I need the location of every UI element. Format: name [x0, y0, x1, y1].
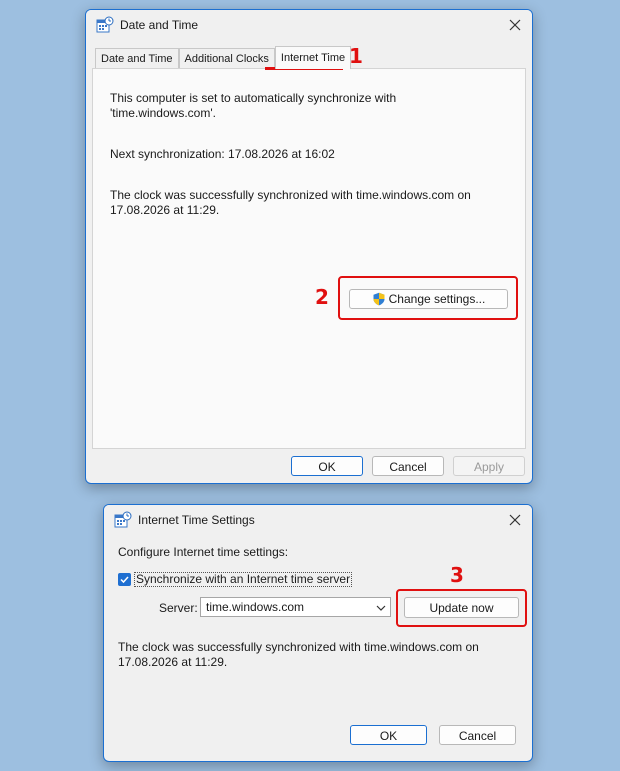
step3-highlight [396, 589, 527, 627]
server-value: time.windows.com [206, 600, 305, 614]
date-time-window: Date and Time Date and Time Additional C… [85, 9, 533, 484]
cancel-button[interactable]: Cancel [372, 456, 444, 476]
settings-ok-button[interactable]: OK [350, 725, 427, 745]
settings-title-bar: Internet Time Settings [104, 505, 532, 535]
sync-checkbox-label[interactable]: Synchronize with an Internet time server [134, 572, 353, 587]
settings-success-line2: 17.08.2026 at 11:29. [118, 655, 228, 669]
internet-time-settings-window: Internet Time Settings Configure Interne… [103, 504, 533, 762]
apply-button[interactable]: Apply [453, 456, 525, 476]
chevron-down-icon[interactable] [375, 601, 387, 619]
title-bar: Date and Time [86, 10, 532, 40]
close-icon[interactable] [504, 509, 526, 531]
settings-cancel-button[interactable]: Cancel [439, 725, 516, 745]
next-sync-text: Next synchronization: 17.08.2026 at 16:0… [110, 147, 335, 161]
success-line2: 17.08.2026 at 11:29. [110, 203, 220, 217]
date-time-app-icon [114, 511, 132, 529]
sync-checkbox[interactable] [118, 573, 131, 586]
settings-success-line1: The clock was successfully synchronized … [118, 640, 479, 654]
internet-time-panel: This computer is set to automatically sy… [92, 68, 526, 449]
sync-status-line1: This computer is set to automatically sy… [110, 91, 397, 105]
sync-status-line2: 'time.windows.com'. [110, 106, 216, 120]
tab-internet-time[interactable]: Internet Time [274, 46, 352, 69]
server-label: Server: [159, 601, 198, 615]
step2-number: 2 [315, 285, 329, 309]
checkmark-icon [120, 576, 129, 584]
tab-strip: Date and Time Additional Clocks Internet… [95, 46, 352, 69]
tab-date-and-time[interactable]: Date and Time [95, 48, 179, 69]
window-title: Date and Time [120, 18, 199, 32]
step3-number: 3 [450, 563, 464, 587]
settings-window-title: Internet Time Settings [138, 513, 255, 527]
date-time-app-icon [96, 16, 114, 34]
server-combobox[interactable]: time.windows.com [200, 597, 391, 617]
success-line1: The clock was successfully synchronized … [110, 188, 471, 202]
step2-highlight [338, 276, 518, 320]
tab-additional-clocks[interactable]: Additional Clocks [178, 48, 275, 69]
ok-button[interactable]: OK [291, 456, 363, 476]
configure-label: Configure Internet time settings: [118, 545, 289, 559]
close-icon[interactable] [504, 14, 526, 36]
